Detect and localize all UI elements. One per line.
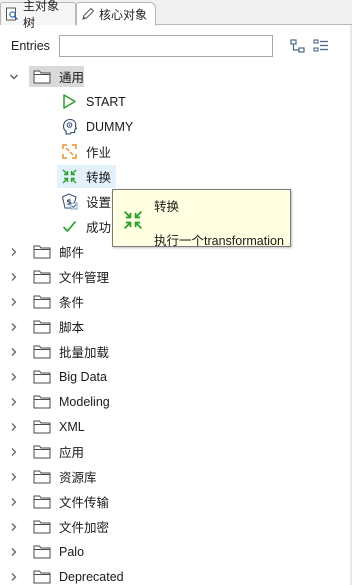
play-icon bbox=[60, 93, 78, 111]
folder-label: 文件管理 bbox=[59, 271, 110, 285]
item-label: 转换 bbox=[86, 171, 112, 185]
tree-folder[interactable]: 批量加载 bbox=[0, 339, 352, 364]
folder-label: Palo bbox=[59, 544, 85, 559]
tree-view-button[interactable] bbox=[289, 38, 307, 54]
tree-folder[interactable]: 应用 bbox=[0, 439, 352, 464]
chevron-right-icon[interactable] bbox=[8, 446, 20, 458]
tree-folder[interactable]: Deprecated bbox=[0, 564, 352, 585]
chevron-right-icon[interactable] bbox=[8, 271, 20, 283]
tree-item-start[interactable]: START bbox=[0, 89, 352, 114]
item-label: 作业 bbox=[86, 146, 112, 160]
chevron-right-icon[interactable] bbox=[8, 546, 20, 558]
transformation-icon bbox=[60, 168, 78, 186]
folder-icon bbox=[33, 245, 51, 259]
tree-folder[interactable]: 文件传输 bbox=[0, 489, 352, 514]
chevron-right-icon[interactable] bbox=[8, 521, 20, 533]
folder-icon bbox=[33, 370, 51, 384]
tab-main-object-tree[interactable]: 主对象树 bbox=[0, 0, 76, 30]
tree-folder[interactable]: XML bbox=[0, 414, 352, 439]
tree-item-dummy[interactable]: DUMMY bbox=[0, 114, 352, 139]
checkmark-icon bbox=[60, 218, 78, 236]
chevron-right-icon[interactable] bbox=[8, 321, 20, 333]
tree-item-transformation[interactable]: 转换 bbox=[0, 164, 352, 189]
folder-label: 邮件 bbox=[59, 246, 85, 260]
search-label: Entries bbox=[11, 39, 50, 53]
folder-label: 脚本 bbox=[59, 321, 85, 335]
folder-icon bbox=[33, 570, 51, 584]
tree-folder[interactable]: 条件 bbox=[0, 289, 352, 314]
chevron-right-icon[interactable] bbox=[8, 396, 20, 408]
folder-icon bbox=[33, 270, 51, 284]
folder-icon bbox=[33, 420, 51, 434]
tree-item-job[interactable]: 作业 bbox=[0, 139, 352, 164]
item-label: DUMMY bbox=[86, 119, 134, 134]
dummy-head-icon bbox=[60, 118, 78, 136]
folder-label: 批量加载 bbox=[59, 346, 110, 360]
search-input[interactable] bbox=[59, 35, 273, 57]
tree-folder[interactable]: Modeling bbox=[0, 389, 352, 414]
folder-label: 文件传输 bbox=[59, 496, 110, 510]
folder-icon bbox=[33, 70, 51, 84]
folder-label: Deprecated bbox=[59, 569, 124, 584]
folder-label: 应用 bbox=[59, 446, 85, 460]
tab-label: 核心对象 bbox=[99, 7, 148, 22]
folder-icon bbox=[33, 470, 51, 484]
folder-icon bbox=[33, 395, 51, 409]
folder-label: 资源库 bbox=[59, 471, 97, 485]
folder-label: Big Data bbox=[59, 369, 107, 384]
chevron-right-icon[interactable] bbox=[8, 421, 20, 433]
search-tree-icon bbox=[6, 7, 18, 21]
chevron-down-icon[interactable] bbox=[8, 71, 20, 83]
folder-icon bbox=[33, 320, 51, 334]
tooltip-title: 转换 bbox=[154, 200, 180, 214]
folder-label: 文件加密 bbox=[59, 521, 110, 535]
tree-folder[interactable]: 文件加密 bbox=[0, 514, 352, 539]
pencil-icon bbox=[82, 7, 95, 20]
search-bar: Entries bbox=[0, 26, 352, 64]
list-view-button[interactable] bbox=[312, 38, 330, 54]
folder-icon bbox=[33, 545, 51, 559]
folder-label: Modeling bbox=[59, 394, 110, 409]
chevron-right-icon[interactable] bbox=[8, 296, 20, 308]
tree-folder[interactable]: 文件管理 bbox=[0, 264, 352, 289]
chevron-right-icon[interactable] bbox=[8, 571, 20, 583]
tab-core-objects[interactable]: 核心对象 bbox=[76, 2, 156, 26]
tree-folder[interactable]: 脚本 bbox=[0, 314, 352, 339]
chevron-right-icon[interactable] bbox=[8, 346, 20, 358]
folder-label: 条件 bbox=[59, 296, 85, 310]
folder-label: 通用 bbox=[59, 71, 85, 85]
chevron-right-icon[interactable] bbox=[8, 496, 20, 508]
folder-icon bbox=[33, 445, 51, 459]
folder-icon bbox=[33, 520, 51, 534]
job-icon bbox=[60, 143, 78, 161]
tooltip: 转换 执行一个transformation bbox=[112, 189, 291, 248]
folder-icon bbox=[33, 495, 51, 509]
transformation-icon bbox=[123, 210, 143, 230]
tree-folder[interactable]: 资源库 bbox=[0, 464, 352, 489]
tree-view-icon bbox=[290, 39, 305, 53]
item-label: 成功 bbox=[86, 221, 112, 235]
chevron-right-icon[interactable] bbox=[8, 246, 20, 258]
folder-icon bbox=[33, 295, 51, 309]
chevron-right-icon[interactable] bbox=[8, 371, 20, 383]
tooltip-description: 执行一个transformation bbox=[154, 234, 284, 248]
list-view-icon bbox=[313, 39, 328, 52]
item-label: START bbox=[86, 94, 126, 109]
tree-folder-general[interactable]: 通用 bbox=[0, 64, 352, 89]
tree-folder[interactable]: Big Data bbox=[0, 364, 352, 389]
tree-folder[interactable]: Palo bbox=[0, 539, 352, 564]
folder-label: XML bbox=[59, 419, 85, 434]
set-variables-icon: $ bbox=[60, 193, 78, 211]
folder-icon bbox=[33, 345, 51, 359]
tab-bar: 主对象树 核心对象 bbox=[0, 0, 352, 30]
chevron-right-icon[interactable] bbox=[8, 471, 20, 483]
